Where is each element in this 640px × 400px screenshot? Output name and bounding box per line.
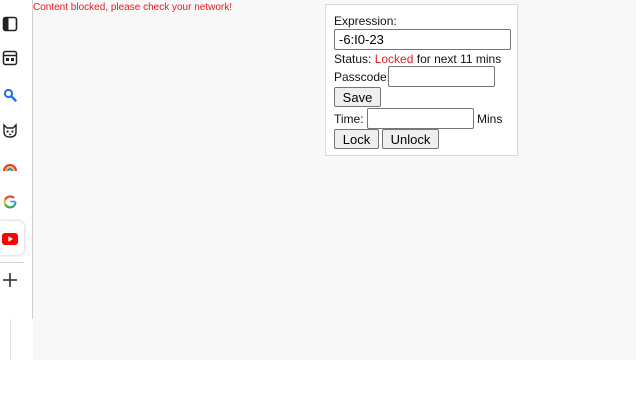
status-label: Status: xyxy=(334,52,372,66)
unlock-button[interactable]: Unlock xyxy=(382,129,439,149)
status-line: Status: Locked for next 11 mins xyxy=(334,52,501,66)
save-button[interactable]: Save xyxy=(334,87,381,107)
mins-label: Mins xyxy=(477,112,503,126)
expression-input[interactable] xyxy=(334,29,511,50)
passcode-input[interactable] xyxy=(388,66,495,87)
status-duration: for next 11 mins xyxy=(416,52,502,66)
cat-face-icon[interactable] xyxy=(0,120,20,140)
passcode-label: Passcode: xyxy=(334,70,391,84)
lock-settings-panel: Expression: Status: Locked for next 11 m… xyxy=(325,4,518,156)
sidebar xyxy=(0,0,33,319)
status-value: Locked xyxy=(374,52,414,66)
search-icon[interactable] xyxy=(0,85,20,105)
bottom-divider-line xyxy=(10,319,11,360)
rainbow-icon[interactable] xyxy=(0,157,20,177)
sidebar-panel-icon[interactable] xyxy=(0,14,20,34)
sidebar-divider xyxy=(0,262,24,263)
tab-window-icon[interactable] xyxy=(0,48,20,68)
google-icon[interactable] xyxy=(0,192,20,212)
time-input[interactable] xyxy=(367,108,474,129)
time-label: Time: xyxy=(334,112,364,126)
expression-label: Expression: xyxy=(334,14,397,28)
plus-icon[interactable] xyxy=(0,270,20,290)
youtube-icon[interactable] xyxy=(0,229,20,249)
bottom-gap xyxy=(0,319,10,360)
network-error-message: Content blocked, please check your netwo… xyxy=(33,2,232,13)
lock-button[interactable]: Lock xyxy=(334,129,379,149)
